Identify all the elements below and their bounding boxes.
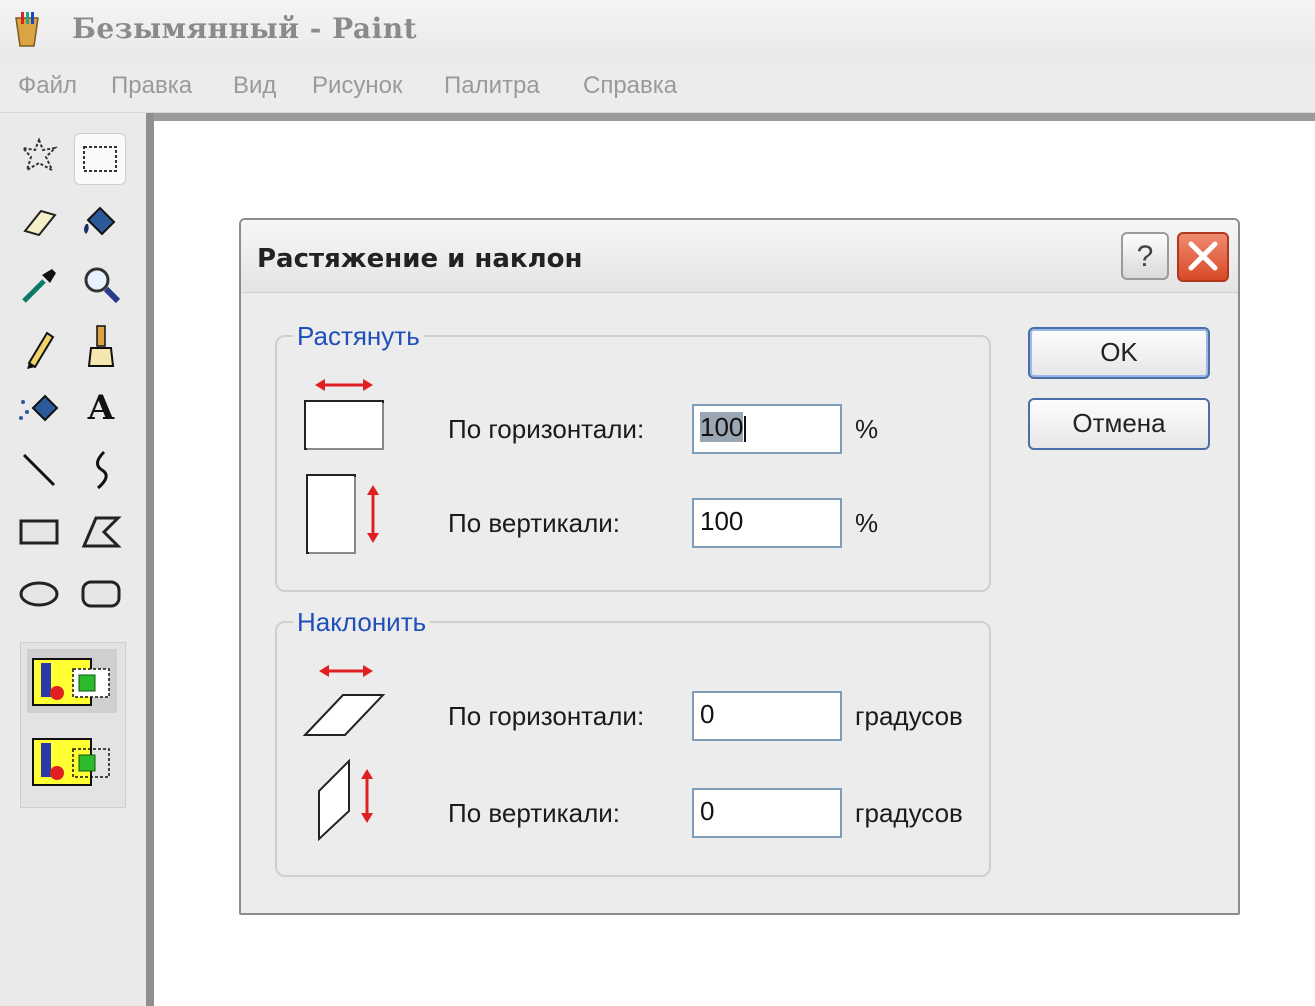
canvas-border bbox=[154, 113, 1315, 121]
color-picker-icon[interactable] bbox=[14, 261, 64, 311]
text-caret bbox=[744, 416, 747, 443]
text-tool-icon[interactable]: A bbox=[76, 383, 126, 433]
polygon-icon[interactable] bbox=[76, 507, 126, 557]
eraser-icon[interactable] bbox=[14, 197, 64, 247]
stretch-horizontal-value: 100 bbox=[700, 412, 744, 442]
rect-select-icon[interactable] bbox=[74, 133, 126, 185]
skew-vertical-value: 0 bbox=[700, 796, 715, 826]
menu-file[interactable]: Файл bbox=[18, 72, 77, 100]
skew-vertical-label: По вертикали: bbox=[448, 798, 620, 828]
toolbox-divider bbox=[146, 113, 154, 1006]
selection-options bbox=[20, 642, 126, 808]
menu-image[interactable]: Рисунок bbox=[312, 72, 403, 100]
stretch-horizontal-unit: % bbox=[855, 414, 879, 444]
skew-group: Наклонить По горизонтали: 0 градусов По … bbox=[275, 607, 991, 877]
airbrush-icon[interactable] bbox=[14, 383, 64, 433]
line-icon[interactable] bbox=[14, 445, 64, 495]
stretch-horizontal-label: По горизонтали: bbox=[448, 414, 645, 444]
ok-button[interactable]: OK bbox=[1028, 327, 1210, 379]
skew-horizontal-input[interactable]: 0 bbox=[692, 691, 842, 741]
opaque-selection-icon[interactable] bbox=[27, 649, 117, 713]
tool-box: A bbox=[0, 113, 146, 1006]
rounded-rect-icon[interactable] bbox=[76, 569, 126, 619]
free-form-select-icon[interactable] bbox=[14, 131, 64, 181]
dialog-title: Растяжение и наклон bbox=[257, 244, 583, 274]
skew-vertical-input[interactable]: 0 bbox=[692, 788, 842, 838]
fill-bucket-icon[interactable] bbox=[76, 195, 126, 245]
skew-vertical-icon bbox=[318, 759, 373, 842]
stretch-group: Растянуть По горизонтали: 100 % По верти… bbox=[275, 321, 991, 592]
menu-view[interactable]: Вид bbox=[233, 72, 276, 100]
text-tool-glyph: A bbox=[87, 388, 115, 428]
close-icon bbox=[1188, 241, 1218, 271]
stretch-vertical-unit: % bbox=[855, 508, 879, 538]
stretch-horizontal-input[interactable]: 100 bbox=[692, 404, 842, 454]
rectangle-icon[interactable] bbox=[14, 507, 64, 557]
dialog-title-bar[interactable]: Растяжение и наклон ? bbox=[241, 220, 1238, 293]
skew-horizontal-icon bbox=[303, 665, 386, 736]
transparent-selection-icon[interactable] bbox=[27, 729, 117, 793]
menu-colors[interactable]: Палитра bbox=[444, 72, 540, 100]
cancel-button[interactable]: Отмена bbox=[1028, 398, 1210, 450]
skew-vertical-unit: градусов bbox=[855, 798, 963, 828]
help-icon: ? bbox=[1136, 240, 1154, 273]
magnifier-icon[interactable] bbox=[76, 259, 126, 309]
menu-edit[interactable]: Правка bbox=[111, 72, 192, 100]
skew-horizontal-unit: градусов bbox=[855, 701, 963, 731]
stretch-group-label: Растянуть bbox=[293, 321, 424, 352]
close-button[interactable] bbox=[1177, 232, 1229, 282]
skew-horizontal-label: По горизонтали: bbox=[448, 701, 645, 731]
stretch-vertical-input[interactable]: 100 bbox=[692, 498, 842, 548]
window-title: Безымянный - Paint bbox=[72, 12, 417, 45]
stretch-vertical-value: 100 bbox=[700, 506, 744, 536]
stretch-skew-dialog: Растяжение и наклон ? Растянуть По гориз… bbox=[239, 218, 1240, 915]
stretch-vertical-label: По вертикали: bbox=[448, 508, 620, 538]
skew-group-label: Наклонить bbox=[293, 607, 431, 638]
pencil-icon[interactable] bbox=[14, 323, 64, 373]
curve-icon[interactable] bbox=[76, 445, 126, 495]
ellipse-icon[interactable] bbox=[14, 569, 64, 619]
title-bar: Безымянный - Paint bbox=[0, 0, 1315, 62]
stretch-vertical-icon bbox=[306, 474, 379, 554]
menu-bar: Файл Правка Вид Рисунок Палитра Справка bbox=[0, 62, 1315, 113]
paint-app-icon bbox=[12, 12, 42, 48]
skew-horizontal-value: 0 bbox=[700, 699, 715, 729]
brush-icon[interactable] bbox=[76, 321, 126, 371]
help-button[interactable]: ? bbox=[1121, 232, 1169, 280]
stretch-horizontal-icon bbox=[304, 379, 384, 450]
menu-help[interactable]: Справка bbox=[583, 72, 677, 100]
